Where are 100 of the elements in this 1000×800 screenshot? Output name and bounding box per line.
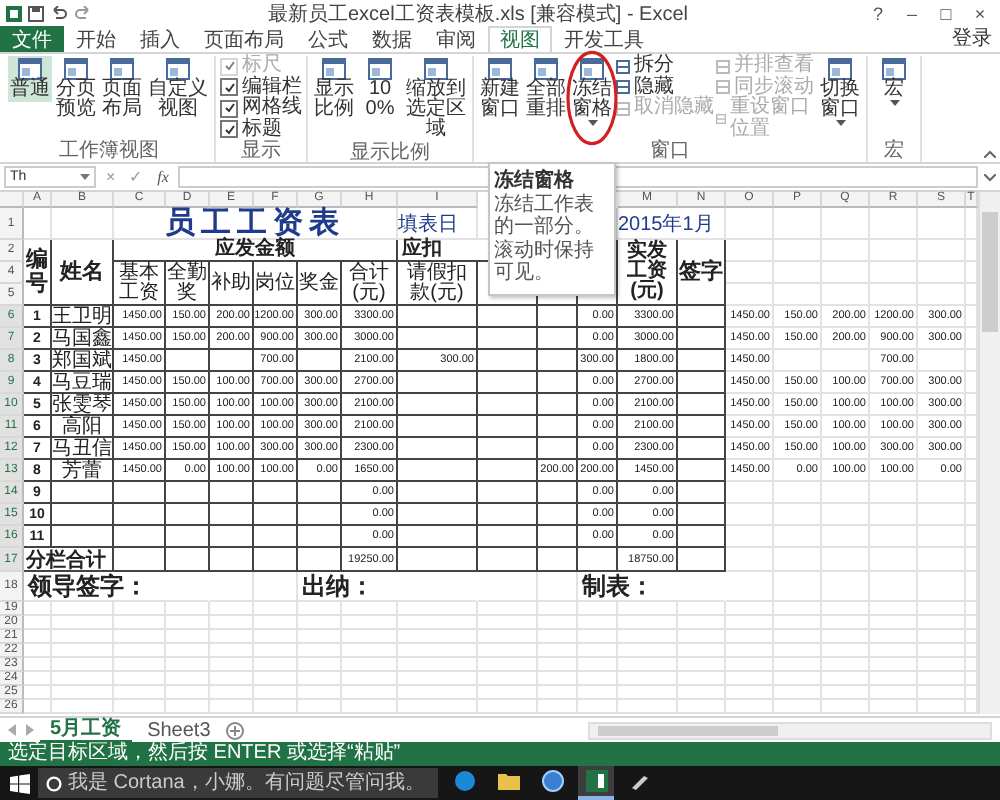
- group-label: 宏: [882, 140, 906, 162]
- column-heading: 实发工资(元): [618, 240, 678, 306]
- insert-function-button[interactable]: fx: [153, 168, 173, 186]
- search-field[interactable]: 我是 Cortana，小娜。有问题尽管问我。: [38, 768, 438, 798]
- ribbon-tab[interactable]: 页面布局: [192, 26, 296, 52]
- ribbon-button[interactable]: 缩放到选定区域: [404, 56, 468, 142]
- ribbon-tab[interactable]: 视图: [488, 26, 552, 52]
- undo-icon[interactable]: [50, 5, 68, 21]
- empty-cell: [774, 526, 822, 548]
- empty-cell: [918, 240, 966, 262]
- checkbox[interactable]: [220, 99, 238, 118]
- sign-in-link[interactable]: 登录: [952, 26, 1000, 52]
- help-button[interactable]: ?: [864, 3, 892, 23]
- signature-label: 领导签字：: [24, 572, 210, 602]
- collapse-ribbon-icon[interactable]: [984, 150, 996, 158]
- name-cell: 高阳: [52, 416, 114, 438]
- ribbon-button[interactable]: 分页预览: [54, 56, 98, 122]
- ribbon-tab[interactable]: 插入: [128, 26, 192, 52]
- ribbon-button[interactable]: 拆分: [616, 56, 714, 77]
- ribbon-button[interactable]: 100%: [358, 56, 402, 122]
- vertical-scrollbar[interactable]: [978, 192, 1000, 714]
- empty-cell: [918, 208, 966, 240]
- empty-cell: [870, 262, 918, 284]
- ribbon-button[interactable]: 页面布局: [100, 56, 144, 122]
- date-text: 2015年1月: [618, 208, 726, 240]
- empty-cell: [870, 572, 918, 602]
- empty-cell: [870, 526, 918, 548]
- empty-cell: [678, 416, 726, 438]
- ribbon-button[interactable]: 宏: [872, 56, 916, 108]
- empty-cell: [774, 208, 822, 240]
- empty-cell: [478, 460, 538, 482]
- empty-cell: [918, 482, 966, 504]
- empty-cell: [774, 284, 822, 306]
- empty-cell: [166, 504, 210, 526]
- close-button[interactable]: ×: [966, 3, 994, 23]
- ribbon-button[interactable]: 显示比例: [312, 56, 356, 122]
- empty-cell: [114, 504, 166, 526]
- window-icon: [716, 59, 730, 74]
- checkbox-label: 网格线: [242, 98, 302, 119]
- empty-cell: [822, 482, 870, 504]
- ribbon-button[interactable]: 切换窗口: [818, 56, 862, 128]
- ribbon-tab[interactable]: 审阅: [424, 26, 488, 52]
- empty-cell: [166, 548, 210, 572]
- ribbon-tab[interactable]: 公式: [296, 26, 360, 52]
- empty-cell: [822, 208, 870, 240]
- empty-cell: [298, 548, 342, 572]
- empty-cell: [398, 416, 478, 438]
- ribbon-button[interactable]: 新建窗口: [478, 56, 522, 122]
- expand-icon[interactable]: [984, 173, 996, 181]
- empty-cell: [478, 350, 538, 372]
- maximize-button[interactable]: □: [932, 3, 960, 23]
- horizontal-scrollbar[interactable]: [588, 721, 992, 739]
- ribbon-button[interactable]: 全部重排: [524, 56, 568, 122]
- empty-cell: [398, 548, 478, 572]
- minimize-button[interactable]: –: [898, 3, 926, 23]
- redo-icon[interactable]: [74, 5, 92, 21]
- signature-label: 制表：: [578, 572, 726, 602]
- formula-field[interactable]: [178, 166, 978, 188]
- ribbon-button[interactable]: 普通: [8, 56, 52, 102]
- ribbon-button[interactable]: 隐藏: [616, 77, 714, 98]
- empty-cell: [478, 306, 538, 328]
- column-heading: 岗位: [254, 262, 298, 306]
- empty-cell: [678, 394, 726, 416]
- empty-cell: [538, 328, 578, 350]
- empty-cell: [822, 504, 870, 526]
- empty-cell: [774, 548, 822, 572]
- windows-logo-icon[interactable]: [10, 773, 30, 793]
- empty-cell: [726, 504, 774, 526]
- ribbon-tab[interactable]: 文件: [0, 26, 64, 52]
- empty-cell: [398, 482, 478, 504]
- empty-cell: [678, 460, 726, 482]
- empty-cell: [538, 306, 578, 328]
- ribbon-tab[interactable]: 开发工具: [552, 26, 656, 52]
- checkbox[interactable]: [220, 120, 238, 139]
- empty-cell: [726, 526, 774, 548]
- sheet-tab[interactable]: 5月工资: [40, 717, 132, 743]
- window-icon: [368, 58, 392, 80]
- empty-cell: [210, 526, 254, 548]
- empty-cell: [398, 306, 478, 328]
- column-heading: 编号: [24, 240, 52, 306]
- empty-cell: [398, 328, 478, 350]
- checkbox[interactable]: [220, 78, 238, 97]
- taskbar-button[interactable]: [578, 766, 614, 800]
- ribbon-tab[interactable]: 数据: [360, 26, 424, 52]
- column-heading: 签字: [678, 240, 726, 306]
- name-cell: 郑国斌: [52, 350, 114, 372]
- sheet-tab[interactable]: Sheet3: [137, 719, 221, 741]
- empty-cell: [918, 548, 966, 572]
- tooltip-text: 冻结工作表的一部分。: [494, 196, 596, 238]
- empty-cell: [918, 572, 966, 602]
- empty-cell: [298, 482, 342, 504]
- add-sheet-icon[interactable]: [226, 721, 245, 739]
- ribbon-button[interactable]: 自定义视图: [146, 56, 210, 122]
- window-icon: [18, 58, 42, 80]
- window-icon: [716, 80, 730, 95]
- empty-cell: [398, 460, 478, 482]
- empty-cell: [822, 548, 870, 572]
- save-icon[interactable]: [28, 5, 44, 21]
- empty-cell: [726, 262, 774, 284]
- ribbon-tab[interactable]: 开始: [64, 26, 128, 52]
